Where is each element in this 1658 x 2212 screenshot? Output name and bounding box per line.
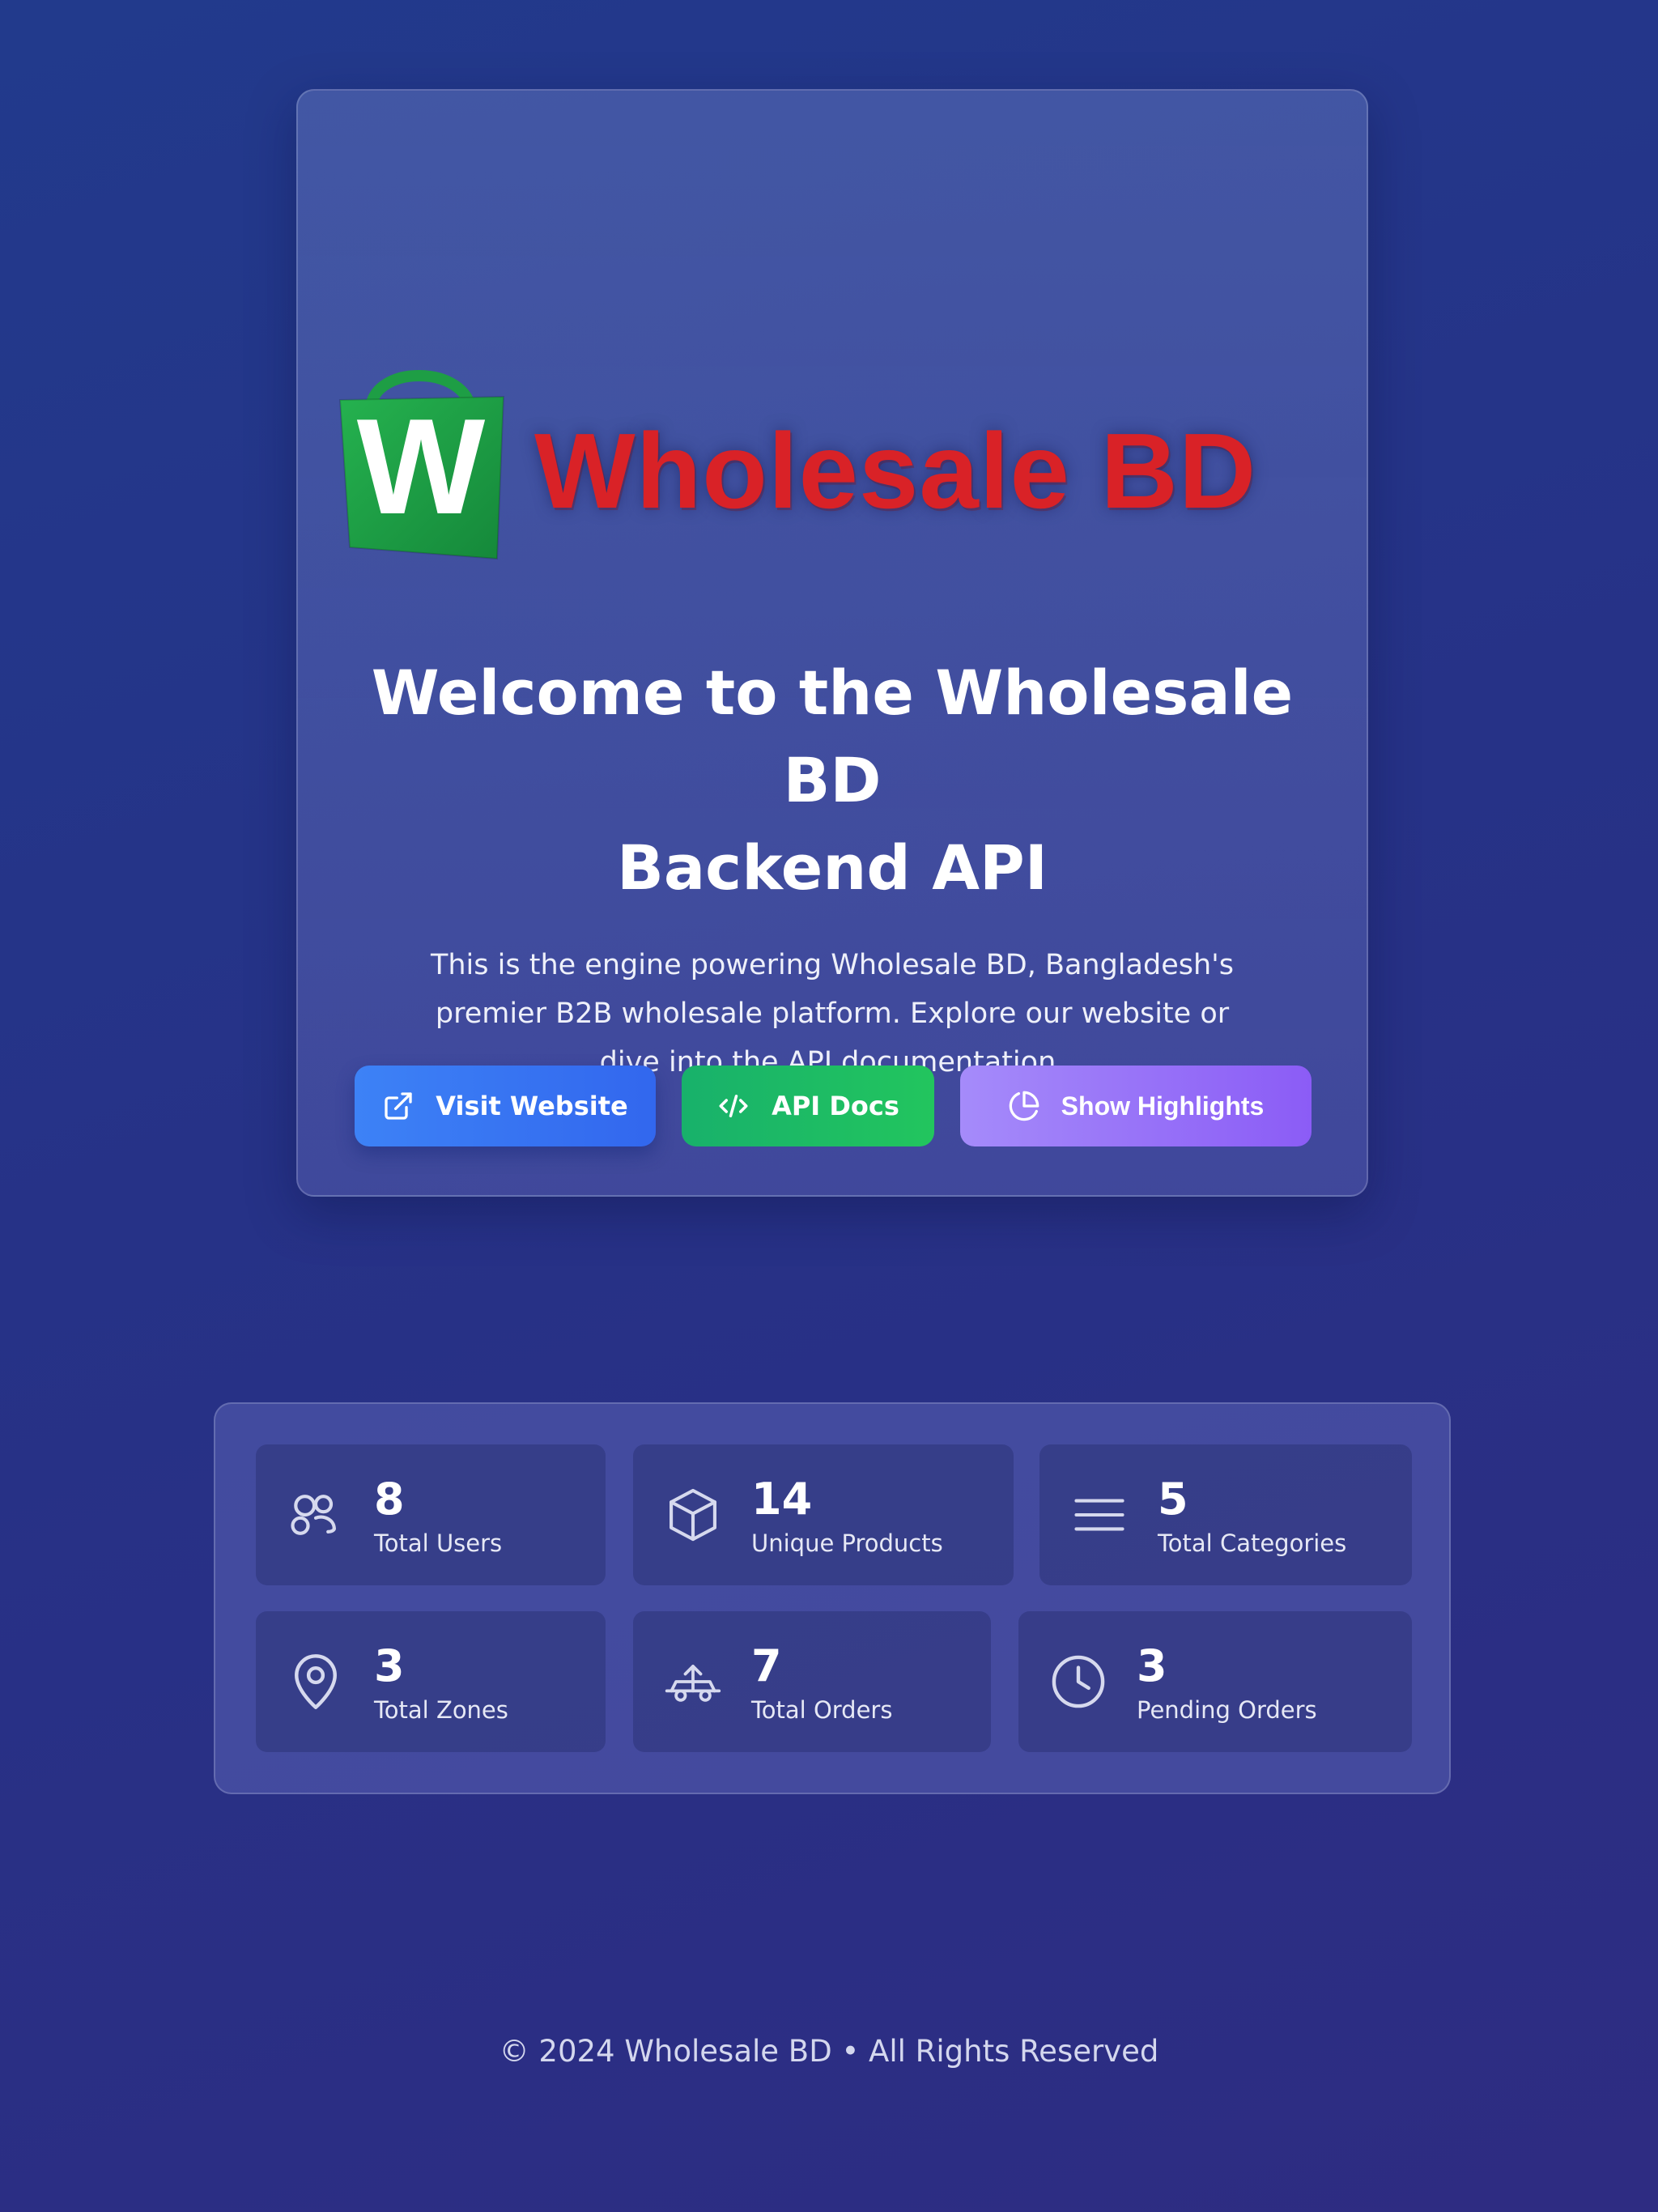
- api-docs-button[interactable]: API Docs: [682, 1066, 934, 1146]
- show-highlights-button[interactable]: Show Highlights: [960, 1066, 1312, 1146]
- svg-text:W: W: [357, 390, 486, 542]
- stat-value: 3: [1137, 1640, 1167, 1691]
- stat-label: Total Zones: [374, 1696, 508, 1724]
- stat-card-total-zones: 3 Total Zones: [256, 1611, 606, 1752]
- stat-label: Unique Products: [751, 1529, 943, 1557]
- stat-card-pending-orders: 3 Pending Orders: [1018, 1611, 1412, 1752]
- stat-value: 8: [374, 1474, 405, 1525]
- api-docs-label: API Docs: [772, 1091, 899, 1121]
- visit-website-label: Visit Website: [436, 1091, 628, 1121]
- page: { "logo": { "letter": "W", "text": "Whol…: [0, 0, 1658, 2212]
- page-title: Welcome to the Wholesale BD Backend API: [330, 649, 1334, 912]
- users-icon: [291, 1495, 336, 1535]
- footer-copyright: © 2024 Wholesale BD • All Rights Reserve…: [499, 2034, 1159, 2069]
- stat-card-total-categories: 5 Total Categories: [1039, 1444, 1412, 1585]
- logo: W Wholesale BD: [337, 275, 1333, 575]
- stat-card-total-users: 8 Total Users: [256, 1444, 606, 1585]
- code-icon: [719, 1095, 748, 1117]
- stat-value: 5: [1158, 1474, 1188, 1525]
- clock-icon: [1052, 1655, 1105, 1708]
- show-highlights-label: Show Highlights: [1061, 1091, 1265, 1121]
- box-icon: [670, 1488, 716, 1542]
- logo-text: Wholesale BD: [534, 411, 1257, 530]
- stats-panel: 8 Total Users 14 Unique Products 5 Total…: [214, 1402, 1451, 1794]
- page-title-line-2: Backend API: [616, 832, 1048, 904]
- stat-label: Total Users: [374, 1529, 503, 1557]
- visit-website-button[interactable]: Visit Website: [355, 1066, 656, 1146]
- external-link-icon: [385, 1092, 412, 1120]
- stat-value: 14: [751, 1474, 813, 1525]
- stat-value: 3: [374, 1640, 405, 1691]
- stat-label: Pending Orders: [1137, 1696, 1317, 1724]
- stat-card-unique-products: 14 Unique Products: [633, 1444, 1014, 1585]
- hero-description: This is the engine powering Wholesale BD…: [430, 949, 1234, 1078]
- hero-card: W Wholesale BD Welcome to the Wholesale …: [296, 89, 1368, 1197]
- stat-value: 7: [751, 1640, 782, 1691]
- truck-icon: [665, 1665, 721, 1702]
- list-icon: [1074, 1499, 1124, 1531]
- stat-label: Total Categories: [1158, 1529, 1347, 1557]
- map-pin-icon: [295, 1654, 337, 1709]
- stat-label: Total Orders: [751, 1696, 893, 1724]
- page-title-line-1: Welcome to the Wholesale BD: [371, 657, 1294, 816]
- stat-card-total-orders: 7 Total Orders: [633, 1611, 991, 1752]
- pie-chart-icon: [1009, 1091, 1039, 1121]
- shopping-bag-logo-icon: W: [338, 370, 505, 560]
